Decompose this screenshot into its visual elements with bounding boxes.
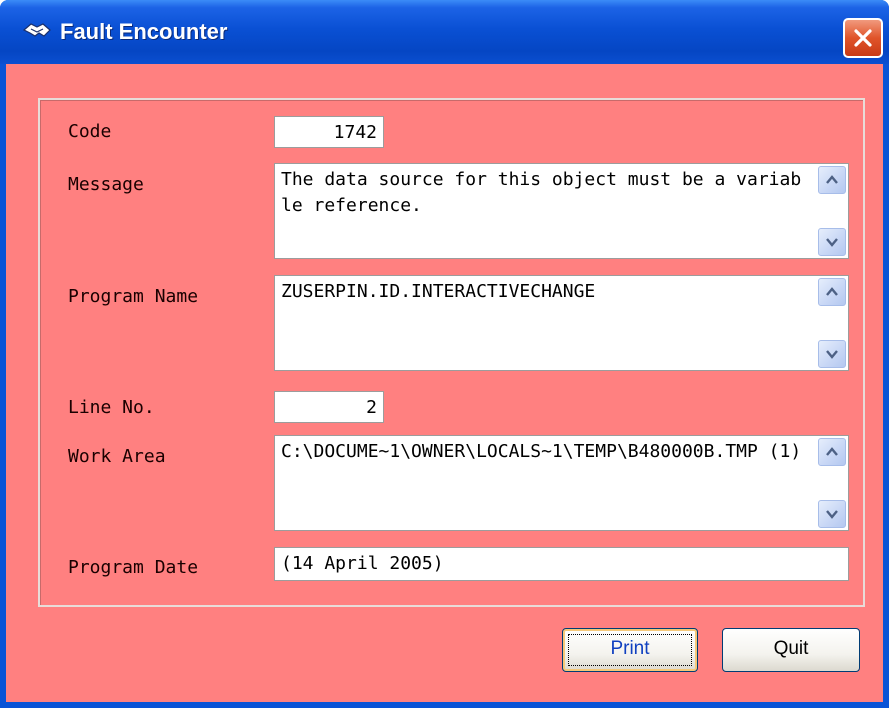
- message-label: Message: [68, 174, 144, 195]
- chevron-up-icon: [826, 287, 838, 296]
- code-value: 1742: [333, 122, 377, 143]
- chevron-up-icon: [826, 175, 838, 184]
- window-title: Fault Encounter: [60, 19, 228, 44]
- scroll-up-button[interactable]: [818, 278, 846, 306]
- details-frame: Code 1742 Message The data source for th…: [38, 98, 865, 607]
- program-date-label: Program Date: [68, 557, 199, 578]
- fault-encounter-window: Fault Encounter Code 1742 Message The da…: [0, 0, 889, 708]
- line-no-field[interactable]: 2: [274, 391, 384, 423]
- scroll-down-button[interactable]: [818, 340, 846, 368]
- scroll-up-button[interactable]: [818, 166, 846, 194]
- chevron-down-icon: [826, 350, 838, 359]
- program-name-scrollbar[interactable]: [818, 278, 846, 368]
- work-area-label: Work Area: [68, 446, 166, 467]
- line-no-value: 2: [366, 397, 377, 418]
- quit-button[interactable]: Quit: [722, 628, 860, 672]
- message-scrollbar[interactable]: [818, 166, 846, 256]
- program-date-value: (14 April 2005): [281, 553, 444, 574]
- scroll-up-button[interactable]: [818, 438, 846, 466]
- scroll-down-button[interactable]: [818, 228, 846, 256]
- handshake-icon: [22, 20, 52, 42]
- dialog-body: Code 1742 Message The data source for th…: [6, 64, 883, 702]
- title-bar[interactable]: Fault Encounter: [0, 0, 889, 64]
- line-no-label: Line No.: [68, 397, 155, 418]
- chevron-down-icon: [826, 238, 838, 247]
- code-field[interactable]: 1742: [274, 116, 384, 148]
- close-button[interactable]: [843, 18, 883, 58]
- program-date-field[interactable]: (14 April 2005): [274, 547, 849, 581]
- quit-button-label: Quit: [773, 638, 809, 659]
- chevron-up-icon: [826, 447, 838, 456]
- program-name-value: ZUSERPIN.ID.INTERACTIVECHANGE: [281, 281, 596, 302]
- message-field[interactable]: The data source for this object must be …: [274, 163, 849, 259]
- work-area-value: C:\DOCUME~1\OWNER\LOCALS~1\TEMP\B480000B…: [281, 441, 802, 462]
- code-label: Code: [68, 121, 112, 142]
- work-area-scrollbar[interactable]: [818, 438, 846, 528]
- scroll-down-button[interactable]: [818, 500, 846, 528]
- message-value: The data source for this object must be …: [281, 169, 802, 216]
- work-area-field[interactable]: C:\DOCUME~1\OWNER\LOCALS~1\TEMP\B480000B…: [274, 435, 849, 531]
- print-button[interactable]: Print: [562, 628, 698, 672]
- print-button-label: Print: [610, 638, 650, 659]
- program-name-field[interactable]: ZUSERPIN.ID.INTERACTIVECHANGE: [274, 275, 849, 371]
- program-name-label: Program Name: [68, 286, 199, 307]
- chevron-down-icon: [826, 510, 838, 519]
